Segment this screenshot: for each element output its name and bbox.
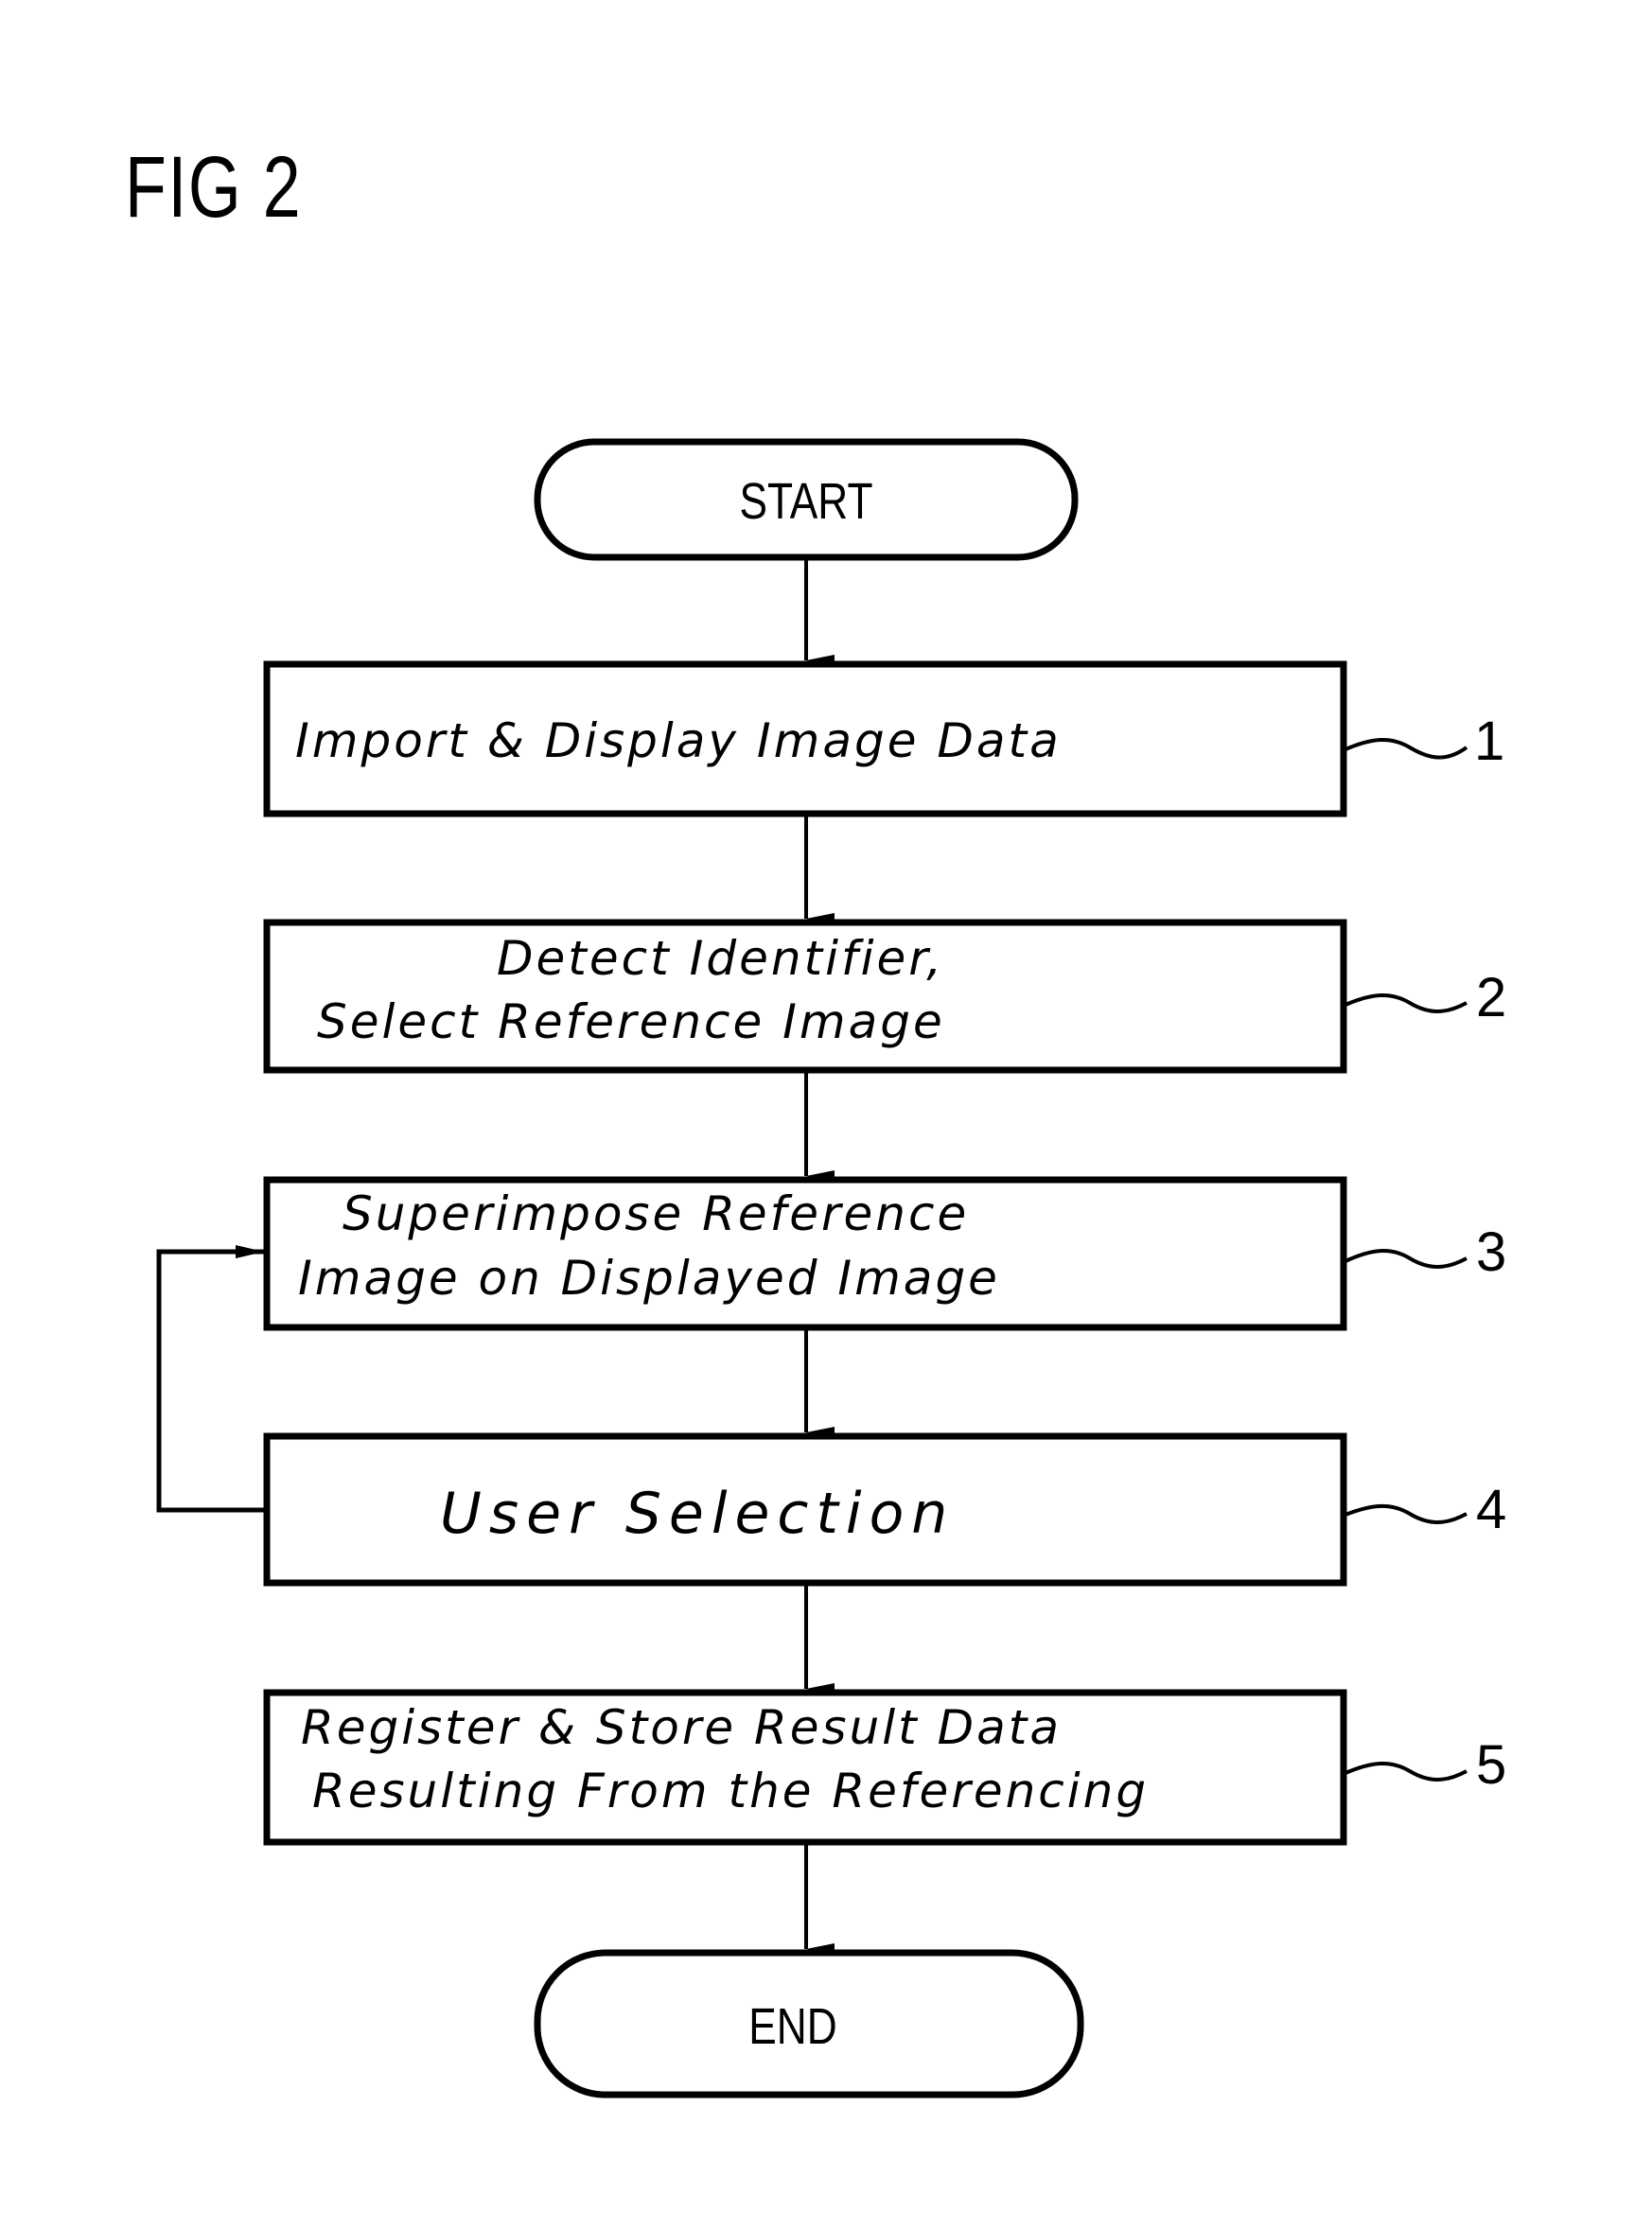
step-box-1: Import & Display Image Data: [263, 660, 1347, 817]
step-box-5: Register & Store Result Data Resulting F…: [263, 1689, 1347, 1846]
step-5-line-2: Resulting From the Referencing: [312, 1764, 1149, 1818]
step-4-line-1: User Selection: [440, 1481, 955, 1547]
start-label: START: [739, 473, 872, 530]
ref-leader-5: 5: [1344, 1734, 1506, 1796]
step-2-line-1: Detect Identifier,: [497, 931, 944, 986]
end-terminator: END: [534, 1949, 1084, 2098]
step-3-line-1: Superimpose Reference: [343, 1186, 969, 1241]
ref-leader-3: 3: [1344, 1221, 1506, 1283]
start-terminator: START: [534, 438, 1079, 561]
ref-numeral-1: 1: [1474, 711, 1504, 772]
step-box-3: Superimpose Reference Image on Displayed…: [263, 1176, 1347, 1331]
step-box-4: User Selection: [263, 1432, 1347, 1587]
ref-numeral-3: 3: [1476, 1221, 1506, 1283]
ref-leader-1: 1: [1344, 711, 1504, 772]
flowchart: START Import & Display Image Data Detect…: [156, 438, 1506, 2098]
ref-numeral-2: 2: [1476, 967, 1506, 1028]
ref-numeral-4: 4: [1476, 1479, 1506, 1540]
ref-leader-2: 2: [1344, 967, 1506, 1028]
step-1-line-1: Import & Display Image Data: [295, 713, 1062, 768]
ref-leader-4: 4: [1344, 1479, 1506, 1540]
step-3-line-2: Image on Displayed Image: [298, 1251, 1000, 1306]
loop-arrow-step-4-to-step-3: [156, 1245, 265, 1513]
end-label: END: [748, 1998, 836, 2055]
step-2-line-2: Select Reference Image: [317, 994, 945, 1049]
step-5-line-1: Register & Store Result Data: [301, 1700, 1062, 1755]
ref-numeral-5: 5: [1476, 1734, 1506, 1796]
step-box-2: Detect Identifier, Select Reference Imag…: [263, 919, 1347, 1074]
